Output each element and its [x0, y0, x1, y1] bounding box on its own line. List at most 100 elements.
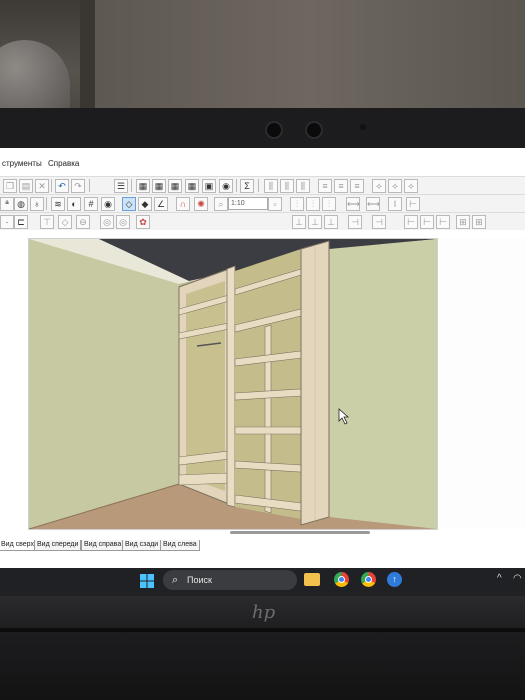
tab-left-view[interactable]: Вид слева: [160, 540, 200, 551]
toolbar-separator: [236, 179, 237, 192]
eye-icon[interactable]: ◎: [100, 215, 114, 229]
wifi-icon[interactable]: ◠: [513, 573, 522, 584]
right-wall: [329, 239, 437, 529]
gear-icon[interactable]: ✿: [136, 215, 150, 229]
align-icon[interactable]: ⫶: [290, 197, 304, 211]
3d-viewport[interactable]: [28, 238, 438, 530]
panel-icon[interactable]: ▣: [202, 179, 216, 193]
windows-start-icon[interactable]: [140, 574, 154, 588]
laptop-hinge: [0, 628, 525, 632]
sum-icon[interactable]: Σ: [240, 179, 254, 193]
render-icon[interactable]: ª: [0, 197, 14, 211]
cabinet-bottom: [178, 472, 230, 486]
toolbar-separator: [46, 197, 47, 210]
align-icon[interactable]: ⊥: [324, 215, 338, 229]
chrome-icon[interactable]: [361, 572, 376, 587]
align-icon[interactable]: ⟡: [372, 179, 386, 193]
menu-tools[interactable]: струменты: [2, 159, 42, 168]
align-icon[interactable]: ⫼: [280, 179, 294, 193]
align-icon[interactable]: ⟷: [366, 197, 380, 211]
align-icon[interactable]: ⫼: [296, 179, 310, 193]
align-icon[interactable]: ⊞: [456, 215, 470, 229]
cabinet-divider: [264, 324, 272, 514]
paste-icon[interactable]: ▤: [19, 179, 33, 193]
laptop-top-bezel: [0, 108, 525, 148]
align-icon[interactable]: ⊥: [308, 215, 322, 229]
snap-icon[interactable]: ◇: [122, 197, 136, 211]
menu-bar: струменты Справка: [0, 156, 525, 170]
materials-icon[interactable]: ◍: [14, 197, 28, 211]
align-icon[interactable]: ⊢: [436, 215, 450, 229]
toolbar-separator: [131, 179, 132, 192]
copy-icon[interactable]: ❐: [3, 179, 17, 193]
target-icon[interactable]: ✺: [194, 197, 208, 211]
align-icon[interactable]: ⊢: [420, 215, 434, 229]
view-tabs: Вид сверху Вид спереди Вид справа Вид сз…: [0, 540, 525, 552]
undo-icon[interactable]: ↶: [55, 179, 69, 193]
taskbar-search-box[interactable]: [163, 570, 297, 590]
webcam: [265, 121, 283, 139]
coin-icon[interactable]: ◉: [219, 179, 233, 193]
align-icon[interactable]: I: [388, 197, 402, 211]
redo-icon[interactable]: ↷: [71, 179, 85, 193]
zoom-icon[interactable]: ⌕: [214, 197, 228, 211]
section-icon[interactable]: ·: [0, 215, 14, 229]
align-icon[interactable]: ▫: [268, 197, 282, 211]
toolbar-separator: [89, 179, 90, 192]
drill-icon[interactable]: ⊤: [40, 215, 54, 229]
handle-icon[interactable]: ⊖: [76, 215, 90, 229]
grid-icon[interactable]: #: [84, 197, 98, 211]
panel-icon[interactable]: ▦: [152, 179, 166, 193]
toolbar-row-1: ❐ ▤ ✕ ↶ ↷ ☰ ▦ ▦ ▦ ▦ ▣ ◉ Σ ⫼ ⫼ ⫼ ≡ ≡ ≡ ⟡ …: [0, 176, 525, 194]
align-icon[interactable]: ⟷: [346, 197, 360, 211]
webcam-sensor: [305, 121, 323, 139]
angle-icon[interactable]: ∠: [154, 197, 168, 211]
snap-point-icon[interactable]: ◆: [138, 197, 152, 211]
file-explorer-icon[interactable]: [304, 573, 320, 586]
align-icon[interactable]: ⊞: [472, 215, 486, 229]
align-icon[interactable]: ⊥: [292, 215, 306, 229]
tab-back-view[interactable]: Вид сзади: [122, 540, 162, 551]
align-icon[interactable]: ⟡: [404, 179, 418, 193]
horizontal-scrollbar[interactable]: [230, 531, 370, 534]
panel-icon[interactable]: ▦: [185, 179, 199, 193]
webcam-led: [360, 124, 366, 130]
chrome-icon[interactable]: [334, 572, 349, 587]
align-icon[interactable]: ⟡: [388, 179, 402, 193]
align-icon[interactable]: ⫼: [264, 179, 278, 193]
hinge-icon[interactable]: ◇: [58, 215, 72, 229]
hp-logo: hp: [252, 602, 276, 623]
delete-icon[interactable]: ✕: [35, 179, 49, 193]
panel-icon[interactable]: ▦: [136, 179, 150, 193]
magnet-icon[interactable]: ∩: [176, 197, 190, 211]
chevron-up-icon[interactable]: ^: [497, 573, 502, 584]
taskbar-search-placeholder: Поиск: [187, 575, 212, 585]
tab-front-view[interactable]: Вид спереди: [34, 540, 82, 551]
materials-icon[interactable]: ◐: [67, 197, 81, 211]
search-icon: ⌕: [172, 574, 179, 586]
panel-icon[interactable]: ▦: [168, 179, 182, 193]
cabinet-divider: [226, 265, 236, 508]
align-icon[interactable]: ⊣: [348, 215, 362, 229]
align-icon[interactable]: ⫶: [306, 197, 320, 211]
zoom-select[interactable]: 1:10: [228, 197, 268, 210]
edge-icon[interactable]: ⊏: [14, 215, 28, 229]
toolbar-row-3: · ⊏ ⊤ ◇ ⊖ ◎ ◎ ✿ ⊥ ⊥ ⊥ ⊣ ⊣ ⊢ ⊢ ⊢ ⊞ ⊞: [0, 212, 525, 230]
k3-app-icon[interactable]: ↑: [387, 572, 402, 587]
eye-icon[interactable]: ◉: [101, 197, 115, 211]
align-icon[interactable]: ≡: [334, 179, 348, 193]
light-icon[interactable]: ♁: [30, 197, 44, 211]
tab-right-view[interactable]: Вид справа: [81, 540, 125, 551]
align-icon[interactable]: ⊢: [406, 197, 420, 211]
layers-icon[interactable]: ≋: [51, 197, 65, 211]
toolbar-row-2: ª ◍ ♁ ≋ ◐ # ◉ ◇ ◆ ∠ ∩ ✺ ⌕ 1:10 ▫ ⫶ ⫶ ⫶ ⟷…: [0, 194, 525, 212]
properties-icon[interactable]: ☰: [114, 179, 128, 193]
eye-icon[interactable]: ◎: [116, 215, 130, 229]
application-window: струменты Справка ❐ ▤ ✕ ↶ ↷ ☰ ▦ ▦ ▦ ▦ ▣ …: [0, 148, 525, 568]
align-icon[interactable]: ⊣: [372, 215, 386, 229]
align-icon[interactable]: ⊢: [404, 215, 418, 229]
align-icon[interactable]: ≡: [350, 179, 364, 193]
align-icon[interactable]: ≡: [318, 179, 332, 193]
align-icon[interactable]: ⫶: [322, 197, 336, 211]
menu-help[interactable]: Справка: [48, 159, 79, 168]
